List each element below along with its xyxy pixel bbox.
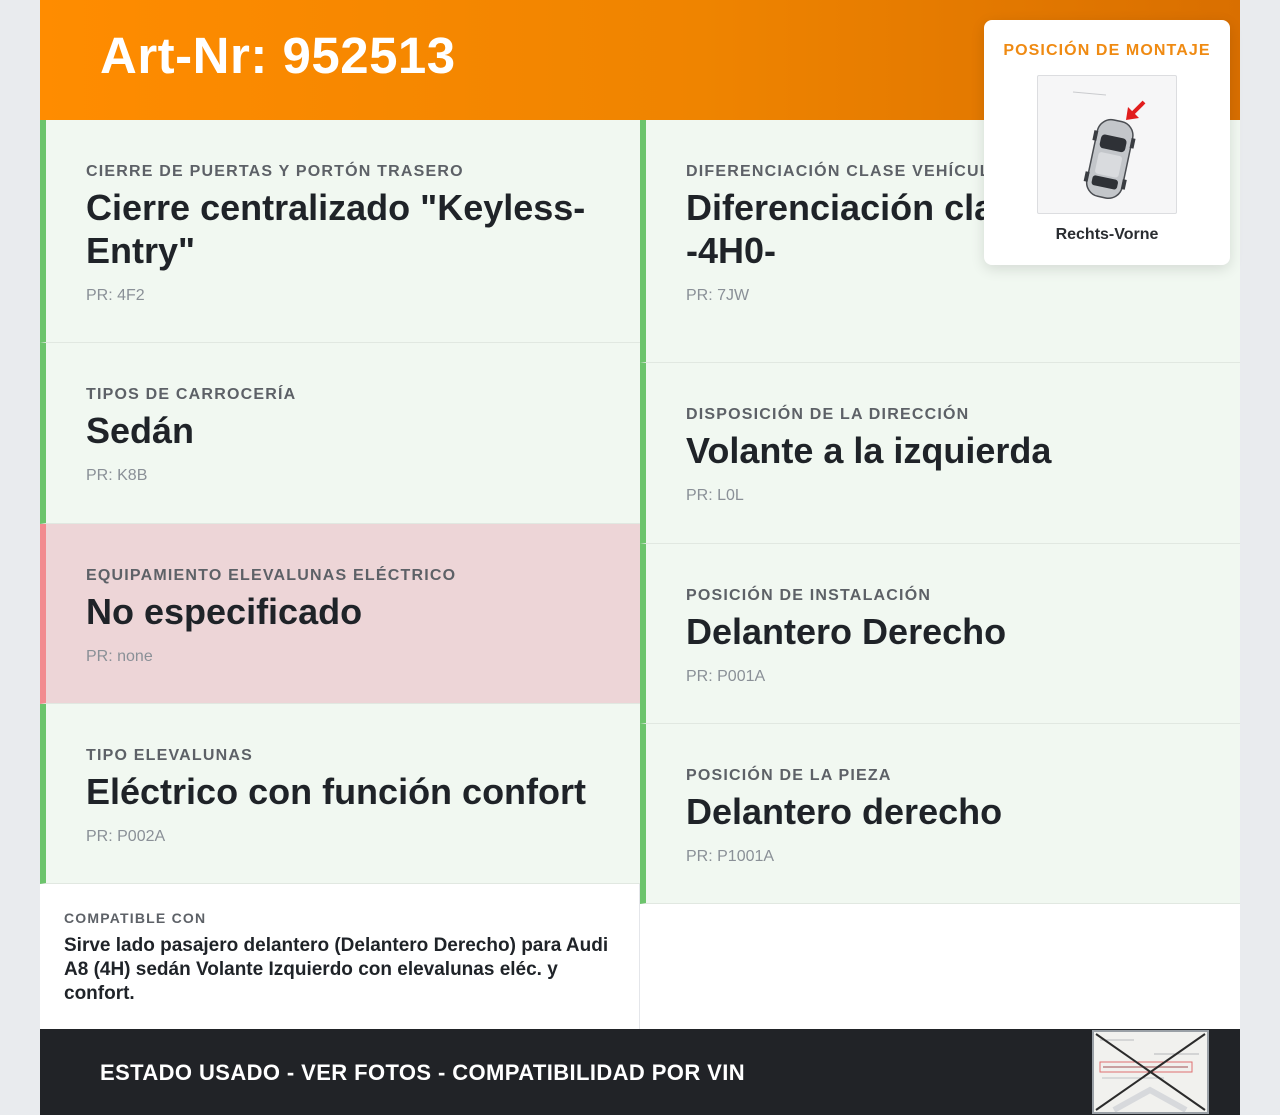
spec-cell-part-position: POSICIÓN DE LA PIEZA Delantero derecho P… [640,724,1240,904]
mounting-position-caption: Rechts-Vorne [1055,226,1159,243]
spec-cell-door-locking: CIERRE DE PUERTAS Y PORTÓN TRASERO Cierr… [40,120,640,343]
mounting-position-title: POSICIÓN DE MONTAJE [1003,42,1211,59]
spec-label: CIERRE DE PUERTAS Y PORTÓN TRASERO [86,163,464,180]
spec-pr-code: PR: P1001A [686,848,775,865]
spec-cell-body-type: TIPOS DE CARROCERÍA Sedán PR: K8B [40,343,640,524]
spec-pr-code: PR: P001A [686,668,766,685]
spec-label: TIPO ELEVALUNAS [86,747,254,764]
spec-pr-code: PR: K8B [86,467,148,484]
compatibility-section: COMPATIBLE CON Sirve lado pasajero delan… [40,884,640,1029]
spec-pr-code: PR: 7JW [686,287,750,304]
mounting-position-card: POSICIÓN DE MONTAJE Rechts-Vorne [984,20,1230,265]
footer-status-text: ESTADO USADO - VER FOTOS - COMPATIBILIDA… [100,1060,745,1085]
footer-bar: ESTADO USADO - VER FOTOS - COMPATIBILIDA… [40,1029,1240,1115]
spec-label: POSICIÓN DE INSTALACIÓN [686,587,932,604]
spec-value: Eléctrico con función confort [86,771,587,812]
spec-cell-steering: DISPOSICIÓN DE LA DIRECCIÓN Volante a la… [640,363,1240,544]
spec-value: Sedán [86,410,195,451]
spec-pr-code: PR: P002A [86,828,166,845]
car-top-view-icon [1072,91,1146,200]
position-arrow-icon [1126,100,1146,120]
document-image-icon [1094,1032,1207,1112]
spec-label: TIPOS DE CARROCERÍA [86,386,297,403]
spec-value: Delantero derecho [686,791,1003,832]
spec-cell-install-position: POSICIÓN DE INSTALACIÓN Delantero Derech… [640,544,1240,724]
spec-cell-window-equipment: EQUIPAMIENTO ELEVALUNAS ELÉCTRICO No esp… [40,524,640,704]
compatibility-label: COMPATIBLE CON [64,910,207,926]
compatibility-text: Sirve lado pasajero delantero (Delantero… [64,935,609,1004]
spec-pr-code: PR: L0L [686,487,744,504]
spec-value: Cierre centralizado "Keyless-Entry" [86,187,586,271]
spec-label: EQUIPAMIENTO ELEVALUNAS ELÉCTRICO [86,567,457,584]
spec-cell-window-type: TIPO ELEVALUNAS Eléctrico con función co… [40,704,640,884]
spec-pr-code: PR: none [86,648,153,665]
registration-document-thumbnail[interactable] [1092,1030,1209,1114]
spec-label: DISPOSICIÓN DE LA DIRECCIÓN [686,406,970,423]
spec-pr-code: PR: 4F2 [86,287,145,304]
spec-value: No especificado [86,591,363,632]
spec-label: POSICIÓN DE LA PIEZA [686,767,892,784]
left-spec-column: CIERRE DE PUERTAS Y PORTÓN TRASERO Cierr… [40,120,640,884]
spec-value: Delantero Derecho [686,611,1007,652]
spec-value: Volante a la izquierda [686,430,1052,471]
article-number-title: Art-Nr: 952513 [100,27,456,84]
car-position-diagram[interactable] [1037,75,1177,214]
